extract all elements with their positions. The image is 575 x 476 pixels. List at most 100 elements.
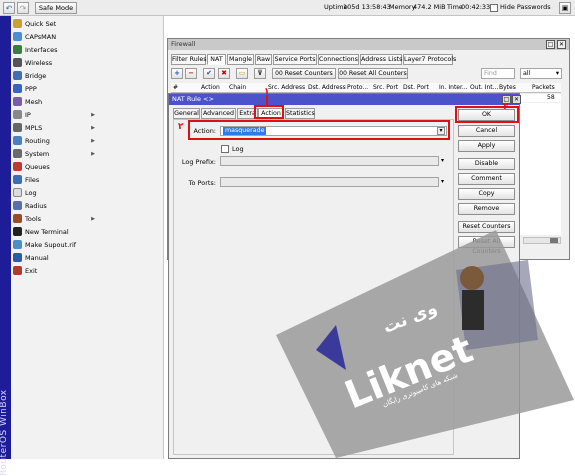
remove-rule-button[interactable]: Remove <box>458 203 515 215</box>
add-button[interactable]: + <box>171 68 183 79</box>
comment-button[interactable]: ▭ <box>236 68 248 79</box>
lock-button[interactable]: ▣ <box>559 2 571 14</box>
menu-item-files[interactable]: Files <box>13 173 161 186</box>
menu-item-label: Tools <box>25 214 42 223</box>
system-icon <box>13 149 22 158</box>
nat-close-button[interactable]: ✕ <box>512 95 521 104</box>
menu-item-mesh[interactable]: Mesh <box>13 95 161 108</box>
to-ports-input[interactable] <box>220 177 439 187</box>
filter-select[interactable]: all ▾ <box>520 68 562 79</box>
tab-advanced[interactable]: Advanced <box>201 108 236 119</box>
step-number-1: ۱ <box>264 87 270 97</box>
menu-item-label: MPLS <box>25 123 43 132</box>
apply-button[interactable]: Apply <box>458 140 515 152</box>
reset-icon: 00 <box>275 70 283 77</box>
column-header[interactable]: In. Inter... <box>439 84 468 91</box>
menu-item-label: Log <box>25 188 37 197</box>
menu-item-bridge[interactable]: Bridge <box>13 69 161 82</box>
submenu-arrow-icon: ▶ <box>91 150 95 157</box>
column-header[interactable]: Proto... <box>347 84 368 91</box>
log-prefix-input[interactable] <box>220 156 439 166</box>
reset-counters-button[interactable]: 00 Reset Counters <box>272 68 336 79</box>
tab-mangle[interactable]: Mangle <box>227 54 254 65</box>
log-label: Log <box>232 145 244 153</box>
top-toolbar: ↶ ↷ Safe Mode Uptime 105d 13:58:43 Memor… <box>0 0 575 16</box>
column-header[interactable]: Packets <box>532 84 555 91</box>
menu-item-wireless[interactable]: Wireless <box>13 56 161 69</box>
menu-item-capsman[interactable]: CAPsMAN <box>13 30 161 43</box>
filter-button[interactable]: ⊽ <box>254 68 266 79</box>
column-header[interactable]: Chain <box>229 84 246 91</box>
menu-item-manual[interactable]: Manual <box>13 251 161 264</box>
column-header[interactable]: # <box>173 84 178 91</box>
menu-item-label: Files <box>25 175 40 184</box>
menu-item-ip[interactable]: IP ▶ <box>13 108 161 121</box>
safe-mode-button[interactable]: Safe Mode <box>35 2 77 14</box>
comment-rule-button[interactable]: Comment <box>458 173 515 185</box>
enable-button[interactable]: ✔ <box>203 68 215 79</box>
column-header[interactable]: Src. Address <box>268 84 305 91</box>
highlight-action-field <box>188 120 450 140</box>
close-button[interactable]: ✕ <box>557 40 566 49</box>
menu-item-label: PPP <box>25 84 37 93</box>
menu-item-tools[interactable]: Tools ▶ <box>13 212 161 225</box>
menu-item-radius[interactable]: Radius <box>13 199 161 212</box>
menu-item-interfaces[interactable]: Interfaces <box>13 43 161 56</box>
dropdown-arrow-icon[interactable]: ▾ <box>439 177 446 187</box>
dropdown-arrow-icon[interactable]: ▾ <box>439 156 446 166</box>
winbox-brand-band: RouterOS WinBox <box>0 16 11 476</box>
tab-connections[interactable]: Connections <box>318 54 359 65</box>
undo-button[interactable]: ↶ <box>3 2 15 14</box>
close-icon: ✕ <box>513 96 520 103</box>
queues-icon <box>13 162 22 171</box>
hide-passwords-checkbox[interactable] <box>490 4 498 12</box>
packets-cell: 58 <box>547 94 555 101</box>
column-header[interactable]: Src. Port <box>373 84 398 91</box>
menu-item-label: Manual <box>25 253 49 262</box>
tools-icon <box>13 214 22 223</box>
maximize-button[interactable]: □ <box>546 40 555 49</box>
tab-service-ports[interactable]: Service Ports <box>273 54 317 65</box>
tab-filter-rules[interactable]: Filter Rules <box>171 54 207 65</box>
tab-address-lists[interactable]: Address Lists <box>360 54 402 65</box>
menu-item-new-terminal[interactable]: New Terminal <box>13 225 161 238</box>
menu-item-label: Make Supout.rif <box>25 240 77 249</box>
log-checkbox[interactable] <box>221 145 229 153</box>
find-input[interactable]: Find <box>481 68 515 79</box>
column-header[interactable]: Dst. Address <box>308 84 346 91</box>
remove-button[interactable]: − <box>185 68 197 79</box>
reset-all-counters-button[interactable]: 00 Reset All Counters <box>338 68 408 79</box>
tab-raw[interactable]: Raw <box>255 54 272 65</box>
tab-layer7-protocols[interactable]: Layer7 Protocols <box>403 54 456 65</box>
log-prefix-label: Log Prefix: <box>181 158 216 166</box>
menu-item-label: Routing <box>25 136 50 145</box>
minus-icon: − <box>188 69 194 77</box>
column-header[interactable]: Dst. Port <box>403 84 429 91</box>
menu-item-quick-set[interactable]: Quick Set <box>13 17 161 30</box>
menu-item-log[interactable]: Log <box>13 186 161 199</box>
quick-set-icon <box>13 19 22 28</box>
tab-general[interactable]: General <box>173 108 200 119</box>
exit-icon <box>13 266 22 275</box>
menu-item-mpls[interactable]: MPLS ▶ <box>13 121 161 134</box>
interfaces-icon <box>13 45 22 54</box>
tab-statistics[interactable]: Statistics <box>285 108 315 119</box>
routing-icon <box>13 136 22 145</box>
disable-rule-button[interactable]: Disable <box>458 158 515 170</box>
cancel-button[interactable]: Cancel <box>458 125 515 137</box>
menu-item-make-supout[interactable]: Make Supout.rif <box>13 238 161 251</box>
menu-item-queues[interactable]: Queues <box>13 160 161 173</box>
menu-item-routing[interactable]: Routing ▶ <box>13 134 161 147</box>
redo-button[interactable]: ↷ <box>17 2 29 14</box>
column-header[interactable]: Bytes <box>499 84 516 91</box>
menu-item-label: Wireless <box>25 58 53 67</box>
menu-item-exit[interactable]: Exit <box>13 264 161 277</box>
disable-button[interactable]: ✖ <box>218 68 230 79</box>
column-header[interactable]: Out. Int... <box>470 84 498 91</box>
copy-button[interactable]: Copy <box>458 188 515 200</box>
menu-item-ppp[interactable]: PPP <box>13 82 161 95</box>
column-header[interactable]: Action <box>201 84 220 91</box>
menu-item-system[interactable]: System ▶ <box>13 147 161 160</box>
submenu-arrow-icon: ▶ <box>91 111 95 118</box>
tab-nat[interactable]: NAT <box>207 54 226 65</box>
